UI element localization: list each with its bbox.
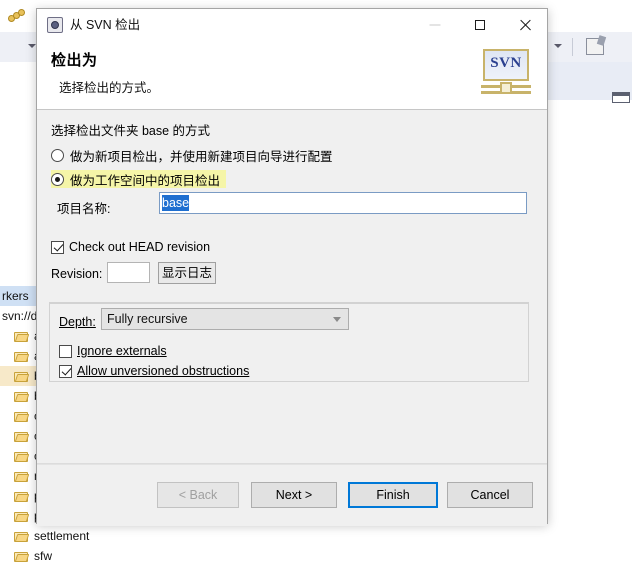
revision-input[interactable] (107, 262, 150, 283)
dialog-titlebar: 从 SVN 检出 (37, 9, 547, 41)
folder-icon (14, 451, 28, 462)
footer-separator (37, 464, 547, 465)
folder-icon (14, 371, 28, 382)
project-name-input[interactable]: base (159, 192, 527, 214)
wrench-icon[interactable] (8, 7, 26, 23)
view-minimize-icon[interactable] (612, 92, 630, 103)
dialog-body: 选择检出文件夹 base 的方式 做为新项目检出，并使用新建项目向导进行配置 做… (37, 110, 547, 463)
checkbox-indicator (59, 364, 72, 378)
checkbox-indicator (51, 240, 64, 254)
checkbox-label: Allow unversioned obstructions (77, 364, 250, 378)
folder-icon (14, 531, 28, 542)
folder-icon (14, 491, 28, 502)
minimize-icon (429, 24, 440, 25)
checkout-mode-label: 选择检出文件夹 base 的方式 (51, 124, 211, 138)
radio-new-project-wizard[interactable]: 做为新项目检出，并使用新建项目向导进行配置 (51, 146, 333, 164)
dialog-header: 检出为 选择检出的方式。 SVN (37, 41, 547, 110)
radio-indicator (51, 172, 64, 186)
show-log-button[interactable]: 显示日志 (158, 262, 216, 284)
depth-value: Fully recursive (107, 312, 188, 326)
folder-icon (14, 331, 28, 342)
svn-logo-text: SVN (490, 55, 522, 71)
chevron-down-icon-left[interactable] (28, 44, 36, 48)
minimize-button[interactable] (412, 9, 457, 40)
close-button[interactable] (502, 9, 547, 40)
folder-icon (14, 471, 28, 482)
dialog-footer: < Back Next > Finish Cancel (37, 463, 547, 526)
new-file-icon[interactable] (586, 38, 604, 55)
dialog-title: 从 SVN 检出 (70, 18, 141, 32)
folder-icon (14, 511, 28, 522)
radio-label: 做为新项目检出，并使用新建项目向导进行配置 (70, 149, 333, 164)
revision-label: Revision: (51, 267, 103, 281)
project-name-label: 项目名称: (57, 202, 111, 216)
folder-icon (14, 351, 28, 362)
tree-item-label: settlement (34, 529, 90, 543)
svn-logo-icon: SVN (481, 49, 533, 97)
chevron-down-icon (333, 317, 341, 322)
toolbar-divider (572, 38, 573, 56)
maximize-button[interactable] (457, 9, 502, 40)
finish-button[interactable]: Finish (348, 482, 438, 508)
checkbox-label: Check out HEAD revision (69, 240, 211, 254)
tree-item[interactable]: settlement (0, 526, 130, 546)
depth-select[interactable]: Fully recursive (101, 308, 349, 330)
next-button[interactable]: Next > (251, 482, 337, 508)
allow-unversioned-obstructions-checkbox[interactable]: Allow unversioned obstructions (59, 363, 249, 379)
tree-item[interactable]: sfw (0, 546, 130, 566)
checkbox-indicator (59, 344, 72, 358)
checkout-from-svn-dialog: 从 SVN 检出 检出为 选择检出的方式。 SVN 选择检出文件夹 base 的… (36, 8, 548, 526)
maximize-icon (474, 19, 485, 30)
project-name-value: base (162, 195, 190, 211)
tree-item-label: sfw (34, 549, 52, 563)
checkout-head-revision-checkbox[interactable]: Check out HEAD revision (51, 239, 210, 255)
page-subtitle: 选择检出的方式。 (59, 81, 160, 95)
page-title: 检出为 (51, 52, 98, 69)
close-icon (518, 18, 531, 31)
folder-icon (14, 391, 28, 402)
depth-label: Depth: (59, 315, 96, 329)
chevron-down-icon-right[interactable] (554, 44, 562, 48)
cancel-button[interactable]: Cancel (447, 482, 533, 508)
checkbox-label: Ignore externals (77, 344, 167, 358)
radio-label: 做为工作空间中的项目检出 (70, 173, 221, 188)
ignore-externals-checkbox[interactable]: Ignore externals (59, 343, 167, 359)
back-button[interactable]: < Back (157, 482, 239, 508)
svn-app-icon (47, 17, 63, 33)
folder-icon (14, 411, 28, 422)
folder-icon (14, 431, 28, 442)
radio-checkout-as-workspace-project[interactable]: 做为工作空间中的项目检出 (51, 170, 227, 188)
radio-indicator (51, 148, 64, 162)
folder-icon (14, 551, 28, 562)
